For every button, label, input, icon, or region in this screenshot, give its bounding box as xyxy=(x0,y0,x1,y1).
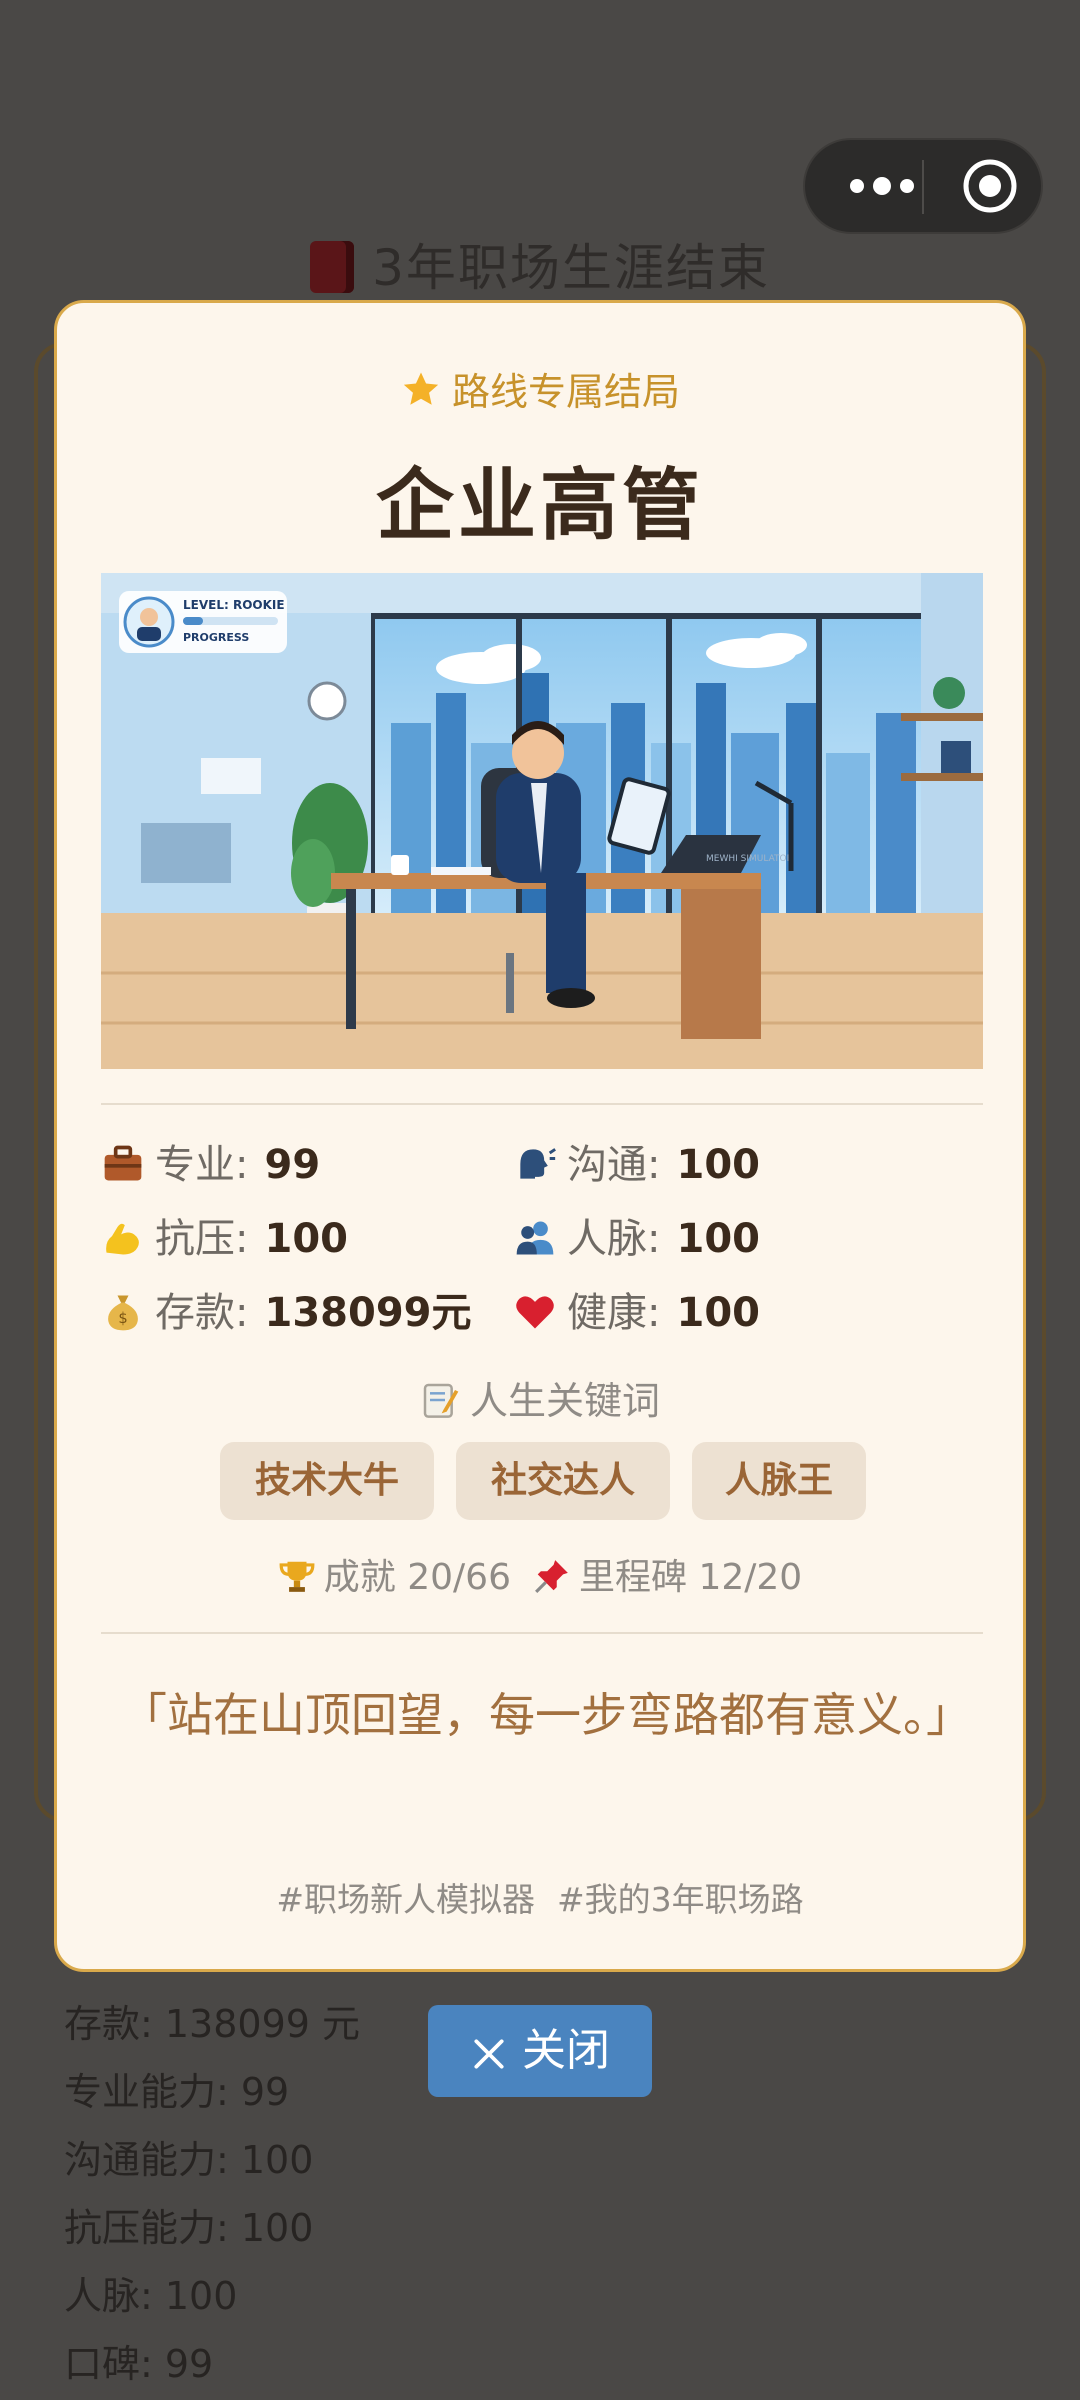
stat-value: 100 xyxy=(676,1216,760,1262)
stat-label: 沟通: xyxy=(567,1142,661,1188)
stat-value: 100 xyxy=(676,1290,760,1336)
keywords-heading: 人生关键词 xyxy=(57,1370,1023,1425)
speaking-head-icon xyxy=(520,1148,556,1179)
ending-card: 路线专属结局 企业高管 MEWHI SIMULATOR LEVEL: ROOKI… xyxy=(54,300,1026,1972)
badge-progress-text: PROGRESS xyxy=(183,631,249,644)
laptop-screen-text: MEWHI SIMULATOR xyxy=(706,854,793,864)
route-tag-label: 路线专属结局 xyxy=(451,370,680,414)
close-icon xyxy=(474,2039,504,2069)
stat-savings: $ 存款: 138099元 xyxy=(101,1283,471,1343)
stat-label: 人脉: xyxy=(567,1216,661,1262)
star-icon xyxy=(403,372,439,405)
background-stat-reputation: 口碑: 99 xyxy=(64,2342,214,2386)
background-stats-list: 存款: 138099 元 专业能力: 99 沟通能力: 100 抗压能力: 10… xyxy=(64,1990,360,2398)
stat-skill: 专业: 99 xyxy=(101,1135,320,1195)
background-stat-skill: 专业能力: 99 xyxy=(64,2070,290,2114)
trophy-icon xyxy=(279,1561,315,1592)
progress-summary: 成就 20/66 里程碑 12/20 xyxy=(57,1548,1023,1600)
people-icon xyxy=(516,1221,554,1255)
background-stat-savings: 存款: 138099 元 xyxy=(64,2002,361,2046)
briefcase-icon xyxy=(104,1145,142,1181)
stat-value: 100 xyxy=(676,1142,760,1188)
keywords-heading-label: 人生关键词 xyxy=(469,1379,660,1423)
stat-label: 专业: xyxy=(155,1142,249,1188)
stat-communication: 沟通: 100 xyxy=(513,1135,760,1195)
close-button-label: 关闭 xyxy=(522,2025,610,2076)
flexed-biceps-icon xyxy=(106,1223,139,1255)
hashtag: #我的3年职场路 xyxy=(557,1880,804,1919)
keyword-chip: 技术大牛 xyxy=(220,1442,434,1520)
more-icon[interactable] xyxy=(839,140,925,232)
milestones-count: 里程碑 12/20 xyxy=(579,1557,803,1598)
background-stat-communication: 沟通能力: 100 xyxy=(64,2138,314,2182)
stat-label: 存款: xyxy=(155,1290,249,1336)
stat-network: 人脉: 100 xyxy=(513,1209,760,1269)
ending-title: 企业高管 xyxy=(375,461,704,551)
stat-value: 100 xyxy=(264,1216,348,1262)
close-miniprogram-icon[interactable] xyxy=(955,140,1025,232)
divider-bottom xyxy=(101,1632,983,1634)
background-page-title: 3年职场生涯结束 xyxy=(0,228,1080,300)
miniprogram-capsule xyxy=(803,138,1043,234)
memo-icon xyxy=(423,1383,459,1418)
stat-health: 健康: 100 xyxy=(513,1283,760,1343)
book-icon xyxy=(310,241,355,293)
money-bag-icon: $ xyxy=(108,1295,138,1331)
svg-text:$: $ xyxy=(118,1310,127,1327)
stat-resilience: 抗压: 100 xyxy=(101,1209,348,1269)
divider-top xyxy=(101,1103,983,1105)
hashtag: #职场新人模拟器 xyxy=(276,1880,535,1919)
capsule-divider xyxy=(922,160,924,214)
stat-label: 健康: xyxy=(567,1290,661,1336)
background-stat-resilience: 抗压能力: 100 xyxy=(64,2206,314,2250)
office-illustration: MEWHI SIMULATOR LEVEL: ROOKIE PROGRESS xyxy=(101,573,983,1069)
stat-label: 抗压: xyxy=(155,1216,249,1262)
ending-quote: 「站在山顶回望，每一步弯路都有意义。」 xyxy=(121,1688,972,1742)
hashtags: #职场新人模拟器 #我的3年职场路 xyxy=(57,1873,1023,1921)
close-button[interactable]: 关闭 xyxy=(428,2005,652,2097)
pushpin-icon xyxy=(535,1560,568,1593)
heart-icon xyxy=(516,1296,554,1329)
keyword-chip: 人脉王 xyxy=(692,1442,866,1520)
achievements-count: 成就 20/66 xyxy=(323,1557,511,1598)
stat-value: 138099元 xyxy=(264,1290,472,1336)
stat-value: 99 xyxy=(264,1142,321,1188)
keyword-chip: 社交达人 xyxy=(456,1442,670,1520)
background-stat-network: 人脉: 100 xyxy=(64,2274,238,2318)
route-ending-tag: 路线专属结局 xyxy=(57,361,1023,416)
badge-level-text: LEVEL: ROOKIE xyxy=(183,598,285,612)
